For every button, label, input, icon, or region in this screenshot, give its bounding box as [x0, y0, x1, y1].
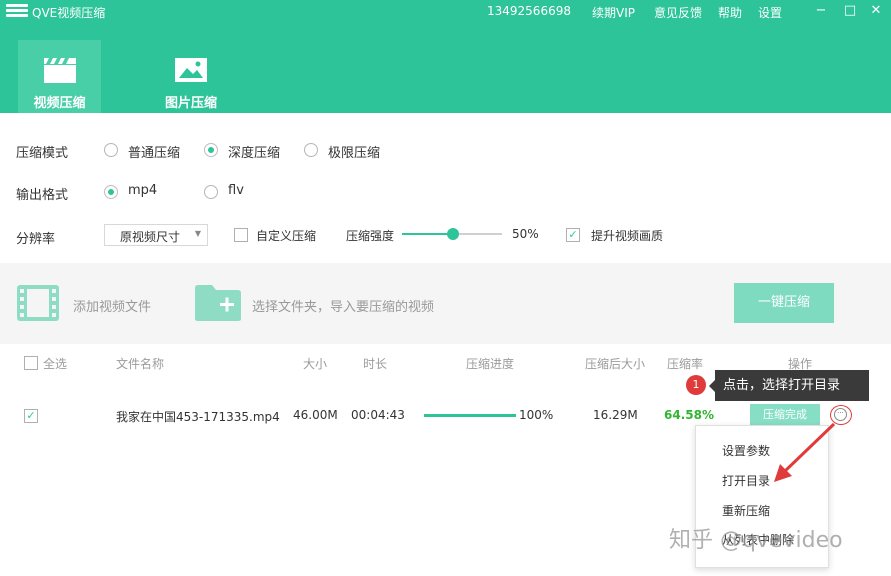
file-name: 我家在中国453-171335.mp4	[116, 410, 280, 424]
compression-ratio: 64.58%	[664, 408, 714, 422]
menu-item-recompress[interactable]: 重新压缩	[722, 502, 770, 519]
output-format-label: 输出格式	[16, 188, 69, 203]
row-checkbox[interactable]: ✓	[24, 409, 38, 423]
column-header-size-after: 压缩后大小	[585, 357, 646, 371]
title-bar: QVE视频压缩 13492566698 续期VIP 意见反馈 帮助 设置 − □…	[0, 0, 891, 24]
enhance-quality-label: 提升视频画质	[591, 229, 664, 243]
add-folder-link[interactable]: 选择文件夹，导入要压缩的视频	[252, 296, 434, 315]
watermark: 知乎 @qvevideo	[669, 528, 843, 553]
renew-vip-link[interactable]: 续期VIP	[592, 4, 635, 21]
progress-bar-fill	[424, 414, 516, 417]
help-link[interactable]: 帮助	[718, 4, 742, 21]
close-button[interactable]: ✕	[867, 2, 885, 20]
maximize-button[interactable]: □	[841, 2, 859, 20]
column-header-progress: 压缩进度	[466, 357, 515, 371]
size-after: 16.29M	[593, 408, 638, 422]
enhance-quality-checkbox[interactable]: ✓	[566, 228, 580, 242]
radio-extreme-label: 极限压缩	[328, 146, 381, 161]
radio-deep-label: 深度压缩	[228, 146, 281, 161]
tab-video-compress[interactable]: 视频压缩	[18, 40, 101, 113]
settings-link[interactable]: 设置	[758, 4, 782, 21]
radio-deep[interactable]	[204, 143, 218, 157]
progress-bar	[424, 414, 516, 417]
feedback-link[interactable]: 意见反馈	[654, 4, 702, 21]
file-duration: 00:04:43	[351, 408, 405, 422]
instruction-tooltip: 点击，选择打开目录	[709, 370, 869, 401]
file-size: 46.00M	[293, 408, 338, 422]
resolution-select[interactable]: 原视频尺寸 ▼	[104, 224, 208, 246]
resolution-select-value: 原视频尺寸	[120, 230, 181, 244]
app-header: QVE视频压缩 13492566698 续期VIP 意见反馈 帮助 设置 − □…	[0, 0, 891, 113]
resolution-label: 分辨率	[16, 232, 56, 247]
minimize-button[interactable]: −	[812, 2, 830, 20]
radio-flv-label: flv	[228, 183, 244, 198]
chevron-down-icon: ▼	[194, 229, 201, 238]
film-strip-icon[interactable]	[16, 284, 60, 326]
column-header-size: 大小	[303, 357, 328, 371]
image-icon	[174, 56, 208, 88]
strength-slider-fill	[402, 233, 452, 235]
app-logo-icon	[6, 4, 28, 20]
compress-all-button[interactable]: 一键压缩	[734, 283, 834, 323]
add-video-file-link[interactable]: 添加视频文件	[73, 296, 151, 315]
column-header-ratio: 压缩率	[667, 357, 704, 371]
tab-image-compress[interactable]: 图片压缩	[146, 40, 236, 113]
radio-mp4-label: mp4	[128, 183, 158, 198]
progress-text: 100%	[519, 408, 554, 422]
custom-compress-label: 自定义压缩	[256, 229, 317, 243]
radio-mp4[interactable]	[104, 185, 118, 199]
step-badge: 1	[686, 375, 706, 395]
radio-normal[interactable]	[104, 143, 118, 157]
tab-video-label: 视频压缩	[33, 96, 86, 111]
select-all-checkbox[interactable]	[24, 356, 38, 370]
strength-slider-knob[interactable]	[447, 228, 459, 240]
tab-image-label: 图片压缩	[164, 96, 217, 111]
custom-compress-checkbox[interactable]	[234, 228, 248, 242]
radio-normal-label: 普通压缩	[128, 146, 181, 161]
folder-add-icon[interactable]	[194, 284, 242, 326]
column-header-duration: 时长	[363, 357, 388, 371]
radio-extreme[interactable]	[304, 143, 318, 157]
strength-label: 压缩强度	[346, 229, 395, 243]
select-all-label: 全选	[43, 357, 68, 371]
radio-flv[interactable]	[204, 185, 218, 199]
strength-value: 50%	[512, 227, 539, 241]
annotation-arrow-icon	[774, 422, 836, 482]
compress-mode-label: 压缩模式	[16, 146, 69, 161]
app-title: QVE视频压缩	[32, 6, 106, 20]
clapperboard-icon	[43, 56, 77, 88]
column-header-name: 文件名称	[116, 357, 165, 371]
user-phone[interactable]: 13492566698	[487, 4, 571, 18]
